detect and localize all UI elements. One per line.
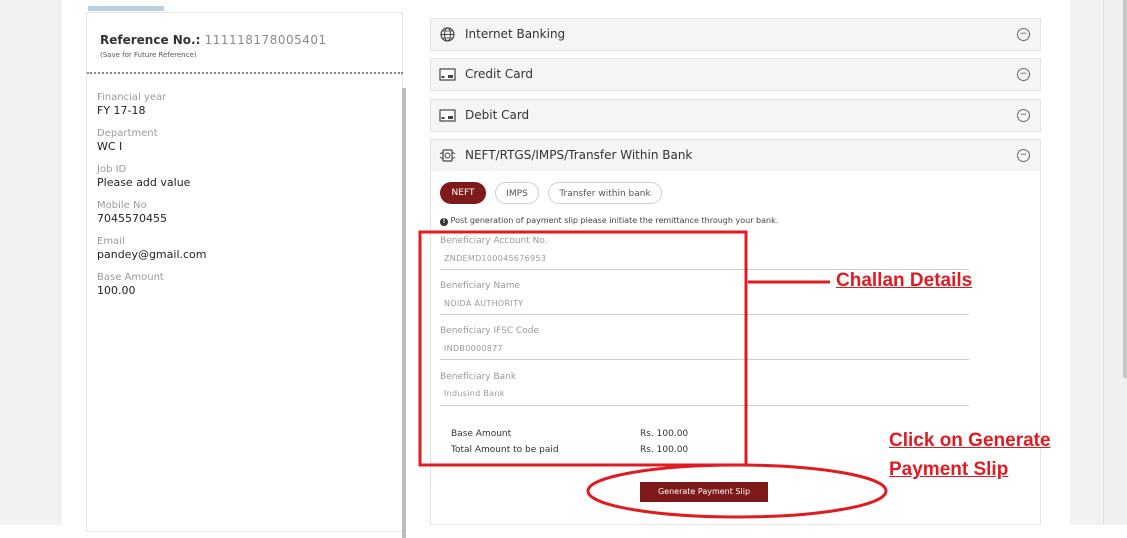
challan-highlight-box [418, 230, 748, 467]
click-generate-annotation-line1: Click on Generate [889, 430, 1051, 451]
challan-details-annotation: Challan Details [836, 270, 973, 291]
button-highlight-ellipse [586, 463, 888, 519]
click-generate-annotation-line2: Payment Slip [889, 459, 1009, 480]
